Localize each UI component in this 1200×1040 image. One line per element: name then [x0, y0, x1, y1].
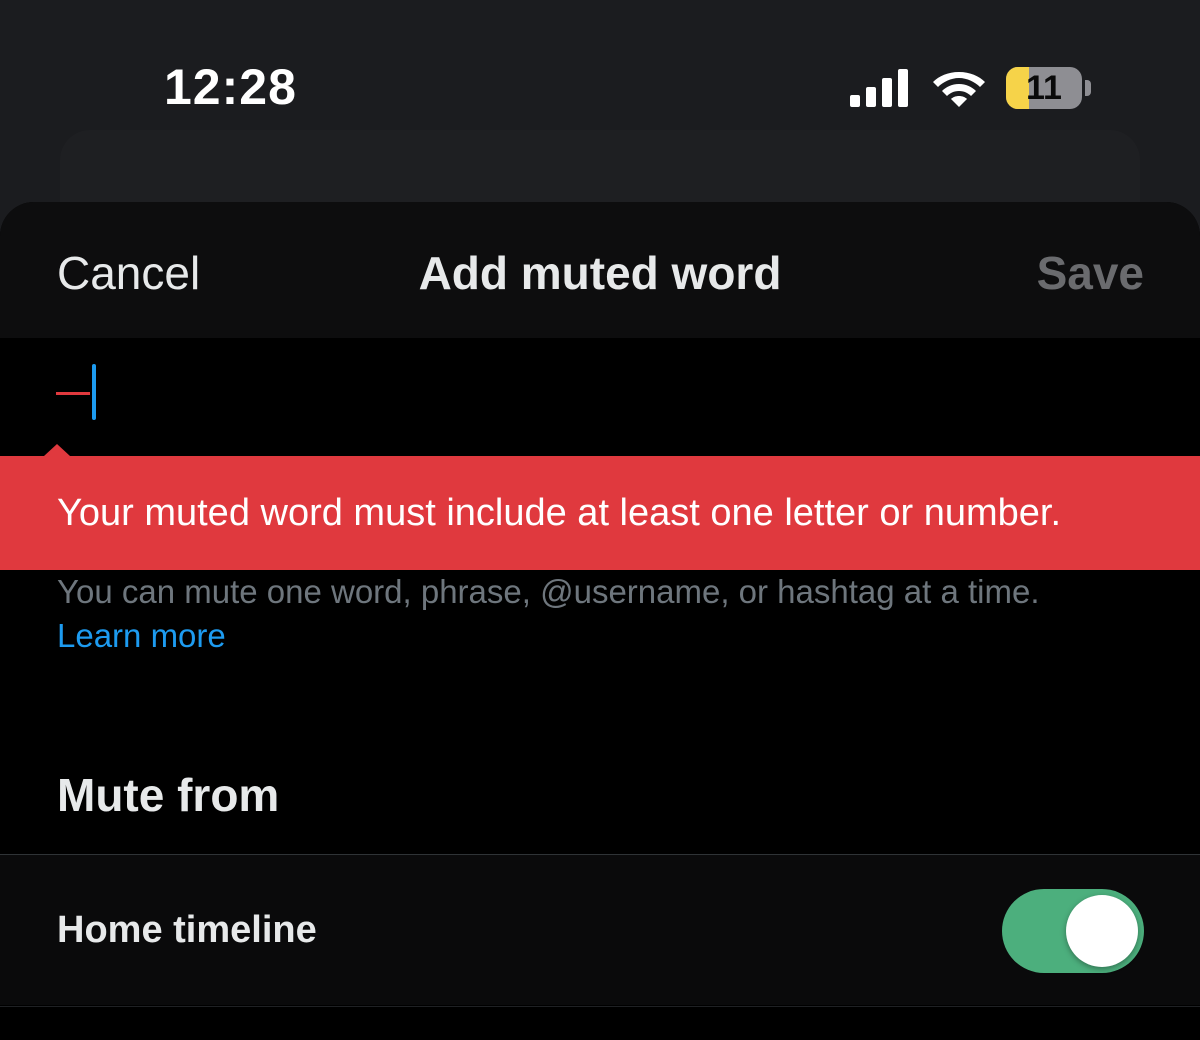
helper-block: You can mute one word, phrase, @username… [57, 570, 1157, 658]
setting-label: Home timeline [57, 909, 317, 951]
muted-word-input[interactable] [56, 360, 1140, 432]
add-muted-word-sheet: Cancel Add muted word Save Your muted wo… [0, 202, 1200, 1040]
learn-more-link[interactable]: Learn more [57, 614, 1157, 658]
save-button[interactable]: Save [1037, 246, 1144, 300]
setting-row-home-timeline[interactable]: Home timeline [0, 855, 1200, 1005]
nav-bar: Cancel Add muted word Save [0, 202, 1200, 338]
battery-level: 11 [1026, 68, 1062, 107]
wifi-icon [933, 72, 985, 107]
signal-icon [850, 69, 908, 107]
page-title: Add muted word [418, 247, 782, 299]
text-cursor [92, 364, 96, 420]
muted-word-input-area [0, 338, 1200, 456]
phone-screen: 12:28 11 Cancel Add muted word Save Your… [0, 0, 1200, 1040]
battery-icon: 11 [1006, 67, 1082, 109]
helper-text: You can mute one word, phrase, @username… [57, 573, 1040, 610]
toggle-knob [1066, 895, 1138, 967]
divider [0, 1006, 1200, 1007]
text-caret-marker [56, 392, 90, 395]
status-time: 12:28 [164, 59, 297, 115]
error-tooltip: Your muted word must include at least on… [0, 444, 1200, 570]
mute-from-heading: Mute from [57, 769, 280, 821]
home-timeline-toggle[interactable] [1002, 889, 1144, 973]
battery-cap [1085, 80, 1091, 96]
status-icons: 11 [850, 64, 1091, 112]
tooltip-arrow [44, 444, 70, 456]
error-message: Your muted word must include at least on… [57, 491, 1062, 534]
